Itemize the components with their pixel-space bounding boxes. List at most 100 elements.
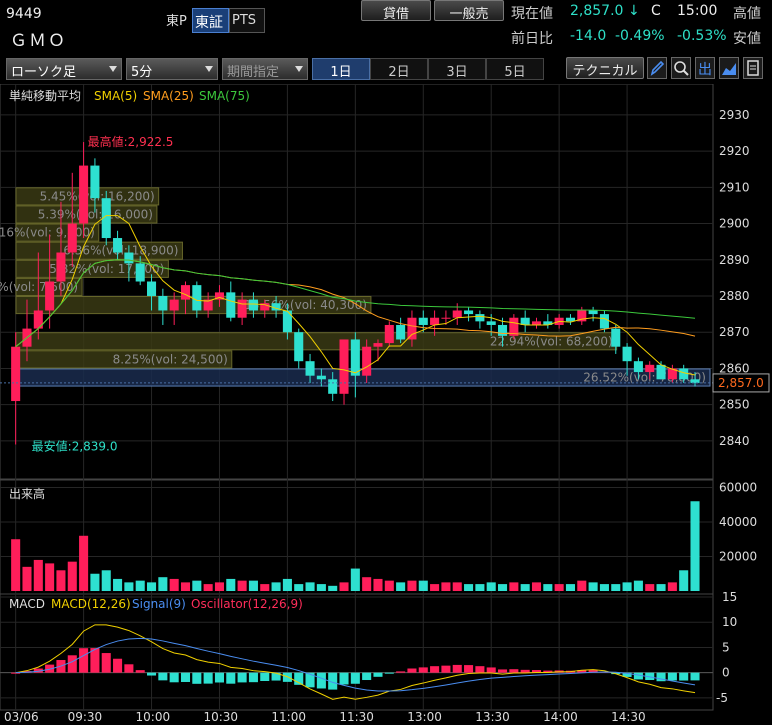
volume-bar <box>79 535 89 591</box>
margin-buy-button[interactable]: 貸借 <box>361 0 431 22</box>
volume-bar <box>599 584 609 591</box>
volume-bar <box>656 584 666 591</box>
chart-type-select[interactable]: ローソク足 <box>6 58 122 80</box>
candle-body <box>226 292 236 318</box>
candle-body <box>396 324 406 340</box>
pencil-icon[interactable] <box>647 57 667 79</box>
volume-bar <box>11 539 21 591</box>
period-value: 期間指定 <box>227 65 280 80</box>
change-percent: -0.49% <box>615 28 665 44</box>
candle-body <box>305 361 315 376</box>
volume-bar <box>373 578 383 591</box>
macd-tick-label: 15 <box>722 590 737 604</box>
sma75-legend: SMA(75) <box>199 89 250 103</box>
technical-button[interactable]: テクニカル <box>566 57 644 79</box>
signal-legend: Signal(9) <box>132 597 186 611</box>
volume-bar <box>90 573 100 591</box>
candle-body <box>441 317 451 319</box>
volume-bar <box>316 584 326 591</box>
volume-bar <box>633 580 643 591</box>
volume-title: 出来高 <box>9 486 45 501</box>
volume-bar <box>180 582 191 591</box>
oscillator-bar <box>679 672 689 681</box>
candle-body <box>588 310 598 315</box>
candle-body <box>599 314 609 329</box>
area-chart-icon[interactable] <box>719 57 739 79</box>
price-status: C <box>651 3 661 19</box>
volume-profile-label: 3.16%(vol: 9,400) <box>0 226 95 240</box>
volume-bar <box>328 585 338 591</box>
time-tick-label: 03/06 <box>4 710 39 724</box>
zoom-icon[interactable] <box>671 57 691 79</box>
candle-body <box>90 165 100 199</box>
volume-bar <box>667 582 677 591</box>
volume-bar <box>520 584 530 591</box>
volume-tick-label: 60000 <box>719 480 757 494</box>
time-tick-label: 11:30 <box>339 710 374 724</box>
candle-body <box>11 346 21 402</box>
volume-bar <box>464 584 474 591</box>
range-tab-3d[interactable]: 3日 <box>428 58 486 80</box>
volume-bar <box>33 559 43 591</box>
volume-bar <box>56 570 66 591</box>
oscillator-bar <box>407 668 417 673</box>
min-price-label: 最安値:2,839.0 <box>32 439 118 454</box>
price-tick-label: 2930 <box>719 108 750 122</box>
price-time: 15:00 <box>677 3 718 19</box>
volume-bar <box>622 582 632 591</box>
stock-code: 9449 <box>6 6 42 22</box>
candle-body <box>56 252 66 282</box>
range-tab-1d[interactable]: 1日 <box>312 58 370 80</box>
macd-tick-label: 5 <box>722 640 730 654</box>
general-sell-button[interactable]: 一般売 <box>434 0 504 22</box>
oscillator-bar <box>237 672 247 683</box>
range-tab-2d[interactable]: 2日 <box>370 58 428 80</box>
oscillator-bar <box>90 648 100 673</box>
volume-bar <box>452 582 462 591</box>
chart-area[interactable]: 26.52%(vol: 78,800)8.25%(vol: 24,500)22.… <box>0 84 772 725</box>
volume-bar <box>271 582 281 591</box>
oscillator-bar <box>101 653 111 673</box>
volume-bar <box>101 570 111 591</box>
volume-bar <box>45 563 55 591</box>
candle-body <box>350 339 360 376</box>
volume-bar <box>531 582 542 591</box>
candle-body <box>418 317 428 325</box>
volume-bar <box>135 580 145 591</box>
candle-body <box>645 364 655 373</box>
oscillator-bar <box>113 658 123 673</box>
oscillator-legend: Oscillator(12,26,9) <box>191 597 303 611</box>
exchange-tab-tse[interactable]: 東証 <box>192 8 229 33</box>
volume-bar <box>67 561 77 591</box>
time-tick-label: 11:00 <box>271 710 306 724</box>
volume-bar <box>305 582 315 591</box>
oscillator-bar <box>396 671 406 673</box>
price-tick-label: 2890 <box>719 253 750 267</box>
document-icon[interactable] <box>743 57 763 79</box>
interval-select[interactable]: 5分 <box>126 58 218 80</box>
time-tick-label: 10:30 <box>203 710 238 724</box>
period-select[interactable]: 期間指定 <box>222 58 308 80</box>
price-down-arrow-icon: ↓ <box>628 3 640 19</box>
price-tick-label: 2880 <box>719 289 750 303</box>
candle-body <box>124 252 134 264</box>
price-tick-label: 2870 <box>719 325 750 339</box>
candle-body <box>407 317 417 340</box>
export-icon[interactable]: 出 <box>695 57 715 79</box>
volume-tick-label: 20000 <box>719 549 757 563</box>
volume-profile-label: 8.25%(vol: 24,500) <box>113 352 228 366</box>
range-tab-5d[interactable]: 5日 <box>486 58 544 80</box>
candle-body <box>158 295 168 311</box>
volume-bar <box>679 570 689 591</box>
volume-bar <box>588 582 598 591</box>
time-tick-label: 13:00 <box>407 710 442 724</box>
exchange-tab-pts[interactable]: PTS <box>229 8 265 33</box>
volume-bar <box>407 580 417 591</box>
candle-body <box>147 281 157 296</box>
macd-tick-label: -5 <box>716 691 728 705</box>
oscillator-bar <box>464 665 474 673</box>
price-tick-label: 2910 <box>719 180 750 194</box>
candle-body <box>45 281 55 311</box>
change-value: -14.0 <box>570 28 607 44</box>
volume-bar <box>554 584 564 591</box>
